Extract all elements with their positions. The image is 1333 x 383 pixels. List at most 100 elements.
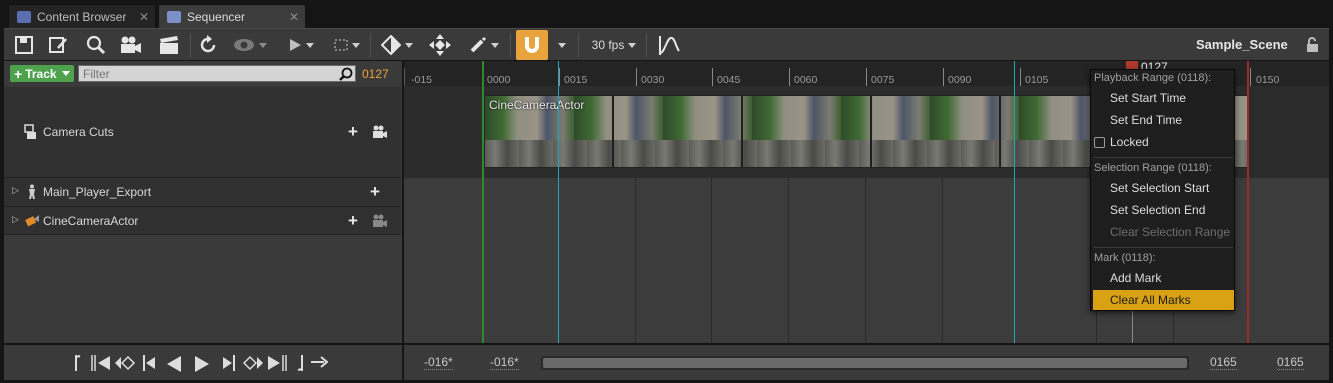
unlock-icon (1307, 37, 1318, 52)
view-start-field[interactable]: -016* (490, 355, 519, 370)
menu-item-set-selection-end[interactable]: Set Selection End (1110, 203, 1205, 217)
snap-toggle-button[interactable] (516, 30, 548, 60)
menu-item-clear-all-marks[interactable]: Clear All Marks (1110, 293, 1191, 307)
tab-content-browser[interactable]: Content Browser ✕ (8, 4, 156, 28)
range-bar: -016* -016* 0165 0165 (404, 345, 1329, 380)
ruler-label: 0105 (1025, 74, 1049, 86)
step-back-icon[interactable] (142, 355, 156, 371)
visibility-dropdown[interactable] (230, 32, 270, 58)
menu-item-set-selection-start[interactable]: Set Selection Start (1110, 181, 1209, 195)
track-main-player-export[interactable]: ▷ Main_Player_Export + (4, 178, 401, 207)
previous-key-icon[interactable] (114, 355, 136, 371)
tab-sequencer[interactable]: Sequencer ✕ (158, 4, 306, 28)
toolbar: 30 fps Sample_Scene (4, 28, 1329, 60)
menu-item-add-mark[interactable]: Add Mark (1110, 271, 1161, 285)
save-as-icon (49, 37, 67, 53)
next-frame-icon[interactable] (266, 355, 288, 371)
fps-label: 30 fps (591, 38, 625, 52)
playback-start-marker[interactable] (482, 61, 484, 343)
close-icon[interactable]: ✕ (139, 10, 149, 24)
step-forward-icon[interactable] (222, 355, 236, 371)
ruler-label: 0000 (487, 74, 511, 86)
menu-item-locked[interactable]: Locked (1110, 135, 1149, 149)
add-button[interactable]: + (348, 123, 358, 140)
menu-header-mark: Mark (0118): (1094, 252, 1156, 264)
selection-end-marker[interactable] (1014, 61, 1015, 343)
skeletal-mesh-icon (29, 184, 35, 199)
eye-icon (234, 39, 254, 51)
ruler-label: 0090 (948, 74, 972, 86)
menu-item-set-end-time[interactable]: Set End Time (1110, 113, 1182, 127)
play-reverse-icon[interactable] (166, 355, 182, 373)
tab-label: Sequencer (187, 9, 246, 24)
camera-icon[interactable] (372, 125, 388, 139)
filter-input[interactable] (78, 65, 356, 82)
track-label: Main_Player_Export (43, 185, 152, 199)
content-browser-icon (17, 10, 31, 23)
ruler-label: -015 (411, 74, 433, 86)
track-camera-cuts[interactable]: Camera Cuts + (4, 87, 401, 178)
track-cinecameraactor[interactable]: ▷ CineCameraActor + (4, 207, 401, 235)
play-icon[interactable] (194, 355, 210, 373)
add-track-button[interactable]: + Track (10, 65, 74, 82)
locked-checkbox[interactable] (1094, 137, 1105, 148)
key-interpolation-dropdown[interactable] (378, 32, 416, 58)
previous-frame-icon[interactable] (90, 355, 112, 371)
camera-icon[interactable] (372, 214, 388, 228)
save-button[interactable] (12, 32, 36, 58)
find-button[interactable] (84, 32, 108, 58)
play-mode-dropdown[interactable] (284, 32, 318, 58)
loop-mode-icon[interactable] (310, 356, 328, 368)
fps-dropdown[interactable]: 30 fps (586, 32, 642, 58)
search-icon (339, 67, 353, 81)
add-button[interactable]: + (348, 212, 358, 229)
clapper-button[interactable] (156, 32, 182, 58)
snap-options-dropdown[interactable] (554, 32, 570, 58)
range-end-field[interactable]: 0165 (1277, 355, 1304, 370)
selection-start-marker[interactable] (558, 61, 559, 343)
ruler-label: 0060 (794, 74, 818, 86)
lock-button[interactable] (1304, 32, 1322, 58)
track-label: CineCameraActor (43, 214, 139, 228)
next-key-icon[interactable] (242, 355, 264, 371)
sequencer-window: Content Browser ✕ Sequencer ✕ 30 fps Sam… (0, 0, 1333, 383)
expand-arrow-icon[interactable]: ▷ (12, 185, 19, 196)
current-frame: 0127 (362, 67, 389, 81)
ruler-label: 0045 (717, 74, 741, 86)
playhead-handle[interactable] (1126, 61, 1138, 69)
movie-camera-icon (121, 36, 141, 53)
range-start-field[interactable]: -016* (424, 355, 453, 370)
refresh-button[interactable] (196, 32, 220, 58)
jump-to-end-icon[interactable] (296, 355, 304, 371)
cine-camera-icon (25, 215, 39, 227)
view-range-track (541, 356, 1189, 370)
selection-dropdown[interactable] (330, 32, 364, 58)
menu-item-clear-selection-range[interactable]: Clear Selection Range (1110, 225, 1230, 239)
add-button[interactable]: + (370, 183, 380, 200)
plus-icon: + (14, 65, 23, 82)
curve-edit-dropdown[interactable] (466, 32, 502, 58)
track-label: Camera Cuts (43, 125, 114, 139)
view-range-slider[interactable] (543, 358, 1187, 368)
play-icon (290, 39, 301, 51)
camera-cuts-icon (24, 124, 36, 139)
jump-to-start-icon[interactable] (74, 355, 82, 371)
magnet-icon (525, 37, 539, 53)
key-navigation-button[interactable] (428, 32, 452, 58)
expand-arrow-icon[interactable]: ▷ (12, 214, 19, 225)
playback-controls (4, 345, 402, 380)
menu-item-set-start-time[interactable]: Set Start Time (1110, 91, 1186, 105)
curve-editor-button[interactable] (656, 32, 682, 58)
save-as-button[interactable] (46, 32, 70, 58)
tab-label: Content Browser (37, 9, 127, 24)
close-icon[interactable]: ✕ (289, 10, 299, 24)
save-icon (15, 36, 33, 54)
playback-end-marker[interactable] (1247, 61, 1249, 343)
view-end-field[interactable]: 0165 (1210, 355, 1237, 370)
sequencer-icon (167, 10, 181, 23)
scene-name: Sample_Scene (1196, 37, 1288, 52)
menu-header-selection: Selection Range (0118): (1094, 162, 1212, 174)
refresh-icon (200, 35, 216, 53)
render-movie-button[interactable] (118, 32, 144, 58)
key-arrows-icon (429, 34, 451, 56)
